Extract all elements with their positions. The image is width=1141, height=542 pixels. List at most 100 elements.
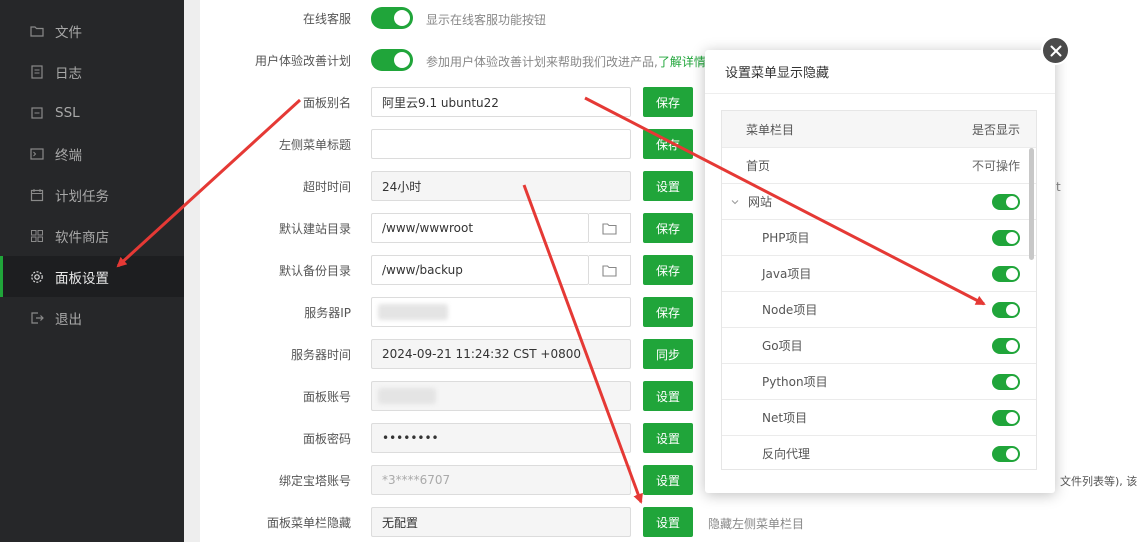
sidebar-item-ssl[interactable]: SSL: [0, 92, 184, 133]
bind-bt-account-input: *3****6707: [371, 465, 631, 495]
row-name: PHP项目: [762, 231, 810, 245]
setting-row-panel-password: 面板密码: [200, 423, 351, 453]
left-menu-title-input[interactable]: [371, 129, 631, 159]
logout-icon: [30, 311, 44, 325]
panel-alias-input[interactable]: 阿里云9.1 ubuntu22: [371, 87, 631, 117]
site-dir-browse-button[interactable]: [589, 213, 631, 243]
setting-row-backup-dir: 默认备份目录: [200, 255, 351, 285]
sidebar-item-terminal[interactable]: 终端: [0, 133, 184, 174]
calendar-icon: [30, 188, 44, 202]
setting-label: 超时时间: [302, 179, 351, 194]
col-header-menu: 菜单栏目: [746, 122, 795, 137]
table-scrollbar[interactable]: [1029, 148, 1034, 260]
setting-label: 在线客服: [302, 11, 351, 26]
sidebar-item-panel-settings[interactable]: 面板设置: [0, 256, 184, 297]
table-row: PHP项目: [722, 220, 1036, 256]
close-icon: [1050, 45, 1061, 56]
sidebar-item-files[interactable]: 文件: [0, 10, 184, 51]
dialog-title: 设置菜单显示隐藏: [705, 50, 1055, 94]
table-row: Java项目: [722, 256, 1036, 292]
table-header: 菜单栏目 是否显示: [722, 111, 1036, 148]
panel-account-set-button[interactable]: 设置: [643, 381, 693, 411]
peek-text-bottom-right: 文件列表等), 该: [1060, 475, 1138, 488]
close-dialog-button[interactable]: [1041, 36, 1070, 65]
backup-dir-browse-button[interactable]: [589, 255, 631, 285]
setting-label: 面板菜单栏隐藏: [266, 515, 351, 530]
setting-row-server-time: 服务器时间: [200, 339, 351, 369]
online-service-toggle[interactable]: [371, 7, 413, 29]
redacted-ip: [378, 304, 448, 320]
row-name-expandable[interactable]: 网站: [722, 193, 772, 210]
timeout-input: 24小时: [371, 171, 631, 201]
ux-plan-details-link[interactable]: 了解详情: [658, 55, 706, 69]
table-row: 首页 不可操作: [722, 148, 1036, 184]
site-dir-save-button[interactable]: 保存: [643, 213, 693, 243]
toggle-reverse-proxy[interactable]: [992, 445, 1020, 462]
setting-row-menu-hide: 面板菜单栏隐藏: [200, 507, 351, 537]
setting-row-panel-alias: 面板别名: [200, 87, 351, 117]
row-name-text: 网站: [748, 195, 773, 209]
table-row: Node项目: [722, 292, 1036, 328]
setting-row-server-ip: 服务器IP: [200, 297, 351, 327]
toggle-python-project[interactable]: [992, 373, 1020, 390]
gear-icon: [30, 270, 44, 284]
sidebar-item-label: 退出: [55, 311, 82, 328]
toggle-php-project[interactable]: [992, 229, 1020, 246]
row-name: Net项目: [762, 411, 808, 425]
row-name: 反向代理: [762, 447, 811, 461]
setting-label: 面板别名: [302, 95, 351, 110]
setting-label: 用户体验改善计划: [254, 53, 351, 68]
setting-label: 默认建站目录: [278, 221, 351, 236]
setting-row-ux-plan: 用户体验改善计划: [200, 45, 351, 75]
folder-icon: [30, 24, 44, 38]
toggle-website[interactable]: [992, 193, 1020, 210]
site-dir-input[interactable]: /www/wwwroot: [371, 213, 589, 243]
toggle-net-project[interactable]: [992, 409, 1020, 426]
backup-dir-save-button[interactable]: 保存: [643, 255, 693, 285]
setting-label: 面板密码: [302, 431, 351, 446]
menu-visibility-table: 菜单栏目 是否显示 首页 不可操作 网站 PHP项目 Java项目 Node项目…: [721, 110, 1037, 470]
ux-plan-hint: 参加用户体验改善计划来帮助我们改进产品,了解详情: [426, 53, 706, 70]
toggle-go-project[interactable]: [992, 337, 1020, 354]
row-name: Java项目: [762, 267, 812, 281]
timeout-set-button[interactable]: 设置: [643, 171, 693, 201]
toggle-node-project[interactable]: [992, 301, 1020, 318]
grid-icon: [30, 229, 44, 243]
table-row: Net项目: [722, 400, 1036, 436]
ux-plan-hint-text: 参加用户体验改善计划来帮助我们改进产品,: [426, 55, 658, 69]
setting-row-bind-bt-account: 绑定宝塔账号: [200, 465, 351, 495]
setting-label: 默认备份目录: [278, 263, 351, 278]
server-ip-save-button[interactable]: 保存: [643, 297, 693, 327]
setting-label: 服务器时间: [290, 347, 351, 362]
server-time-input: 2024-09-21 11:24:32 CST +0800: [371, 339, 631, 369]
toggle-java-project[interactable]: [992, 265, 1020, 282]
sidebar-item-label: 面板设置: [55, 270, 109, 287]
panel-password-set-button[interactable]: 设置: [643, 423, 693, 453]
table-row: 反向代理: [722, 436, 1036, 469]
sidebar-item-cron[interactable]: 计划任务: [0, 174, 184, 215]
sidebar-item-label: 文件: [55, 24, 82, 41]
terminal-icon: [30, 147, 44, 161]
sidebar: 文件 日志 SSL 终端 计划任务 软件商店 面板设置 退出: [0, 0, 184, 542]
sidebar-item-label: 软件商店: [55, 229, 109, 246]
sidebar-item-logout[interactable]: 退出: [0, 297, 184, 338]
server-time-sync-button[interactable]: 同步: [643, 339, 693, 369]
setting-row-timeout: 超时时间: [200, 171, 351, 201]
row-status: 不可操作: [971, 159, 1020, 173]
menu-hide-set-button[interactable]: 设置: [643, 507, 693, 537]
bind-bt-account-set-button[interactable]: 设置: [643, 465, 693, 495]
setting-label: 左侧菜单标题: [278, 137, 351, 152]
chevron-down-icon: [731, 199, 739, 204]
ssl-icon: [30, 106, 44, 120]
backup-dir-input[interactable]: /www/backup: [371, 255, 589, 285]
ux-plan-toggle[interactable]: [371, 49, 413, 71]
left-menu-title-save-button[interactable]: 保存: [643, 129, 693, 159]
sidebar-item-logs[interactable]: 日志: [0, 51, 184, 92]
online-service-hint: 显示在线客服功能按钮: [426, 13, 547, 27]
setting-label: 面板账号: [302, 389, 351, 404]
folder-icon: [602, 222, 617, 235]
redacted-account: [378, 388, 436, 404]
panel-alias-save-button[interactable]: 保存: [643, 87, 693, 117]
sidebar-item-store[interactable]: 软件商店: [0, 215, 184, 256]
setting-row-panel-account: 面板账号: [200, 381, 351, 411]
